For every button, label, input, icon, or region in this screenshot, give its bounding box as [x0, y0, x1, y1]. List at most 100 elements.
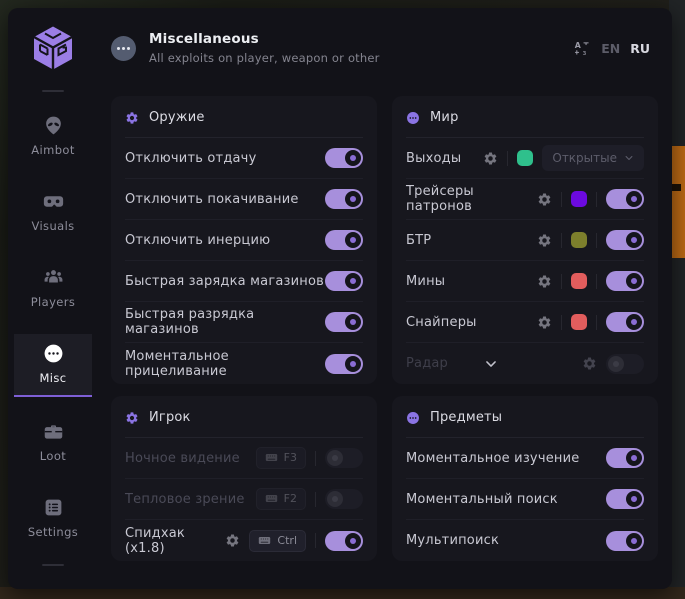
- toggle-speedhack[interactable]: [325, 531, 363, 551]
- section-player: Игрок Ночное видение F3: [111, 396, 377, 561]
- sidebar-item-label: Aimbot: [31, 143, 75, 157]
- keyboard-icon: [258, 534, 271, 547]
- gear-icon[interactable]: [537, 274, 552, 289]
- setting-label: Мины: [406, 274, 537, 289]
- section-title: Предметы: [430, 410, 502, 425]
- setting-label: БТР: [406, 233, 537, 248]
- toggle-radar[interactable]: [606, 354, 644, 374]
- setting-label: Отключить покачивание: [125, 192, 325, 207]
- cheat-menu-window: Miscellaneous All exploits on player, we…: [8, 8, 672, 589]
- hotkey-badge[interactable]: F2: [256, 488, 306, 510]
- setting-row: Отключить покачивание: [125, 179, 363, 220]
- translate-icon: [574, 40, 591, 57]
- sidebar-item-loot[interactable]: Loot: [14, 412, 92, 473]
- setting-label: Спидхак (x1.8): [125, 526, 225, 556]
- setting-label: Отключить отдачу: [125, 151, 325, 166]
- gear-icon[interactable]: [537, 192, 552, 207]
- gear-icon[interactable]: [537, 233, 552, 248]
- gear-icon[interactable]: [537, 315, 552, 330]
- toggle-no-recoil[interactable]: [325, 148, 363, 168]
- divider: [596, 274, 597, 289]
- setting-row: БТР: [406, 220, 644, 261]
- gear-icon[interactable]: [582, 356, 597, 371]
- page-badge-ellipsis-icon: [111, 36, 136, 61]
- section-items: Предметы Моментальное изучение Моменталь…: [392, 396, 658, 561]
- exits-dropdown[interactable]: Открытые: [542, 145, 644, 171]
- sidebar-divider: [42, 564, 64, 566]
- setting-row: Быстрая разрядка магазинов: [125, 302, 363, 343]
- toggle-night-vision[interactable]: [325, 448, 363, 468]
- color-swatch[interactable]: [571, 232, 587, 248]
- setting-row: Выходы Открытые: [406, 138, 644, 179]
- color-swatch[interactable]: [571, 273, 587, 289]
- page-title: Miscellaneous: [149, 31, 380, 47]
- setting-label: Быстрая зарядка магазинов: [125, 274, 325, 289]
- toggle-no-inertia[interactable]: [325, 230, 363, 250]
- list-icon: [43, 497, 64, 518]
- window-header: Miscellaneous All exploits on player, we…: [8, 8, 672, 88]
- divider: [561, 233, 562, 248]
- setting-label: Быстрая разрядка магазинов: [125, 307, 325, 337]
- screen: Miscellaneous All exploits on player, we…: [0, 0, 685, 599]
- items-icon: [406, 411, 420, 425]
- section-world: Мир Выходы Открытые: [392, 96, 658, 384]
- setting-row: Тепловое зрение F2: [125, 479, 363, 520]
- setting-label: Моментальное изучение: [406, 451, 606, 466]
- setting-row: Моментальное прицеливание: [125, 343, 363, 384]
- sidebar-item-players[interactable]: Players: [14, 258, 92, 319]
- sidebar-item-label: Loot: [40, 449, 66, 463]
- color-swatch[interactable]: [517, 150, 533, 166]
- players-icon: [43, 267, 64, 288]
- section-title: Оружие: [149, 110, 205, 125]
- divider: [315, 533, 316, 548]
- dropdown-value: Открытые: [552, 151, 617, 165]
- toggle-mines[interactable]: [606, 271, 644, 291]
- toggle-thermal-vision[interactable]: [325, 489, 363, 509]
- toggle-fast-reload[interactable]: [325, 271, 363, 291]
- chevron-down-icon[interactable]: [484, 357, 498, 371]
- world-icon: [406, 111, 420, 125]
- section-title: Игрок: [149, 410, 191, 425]
- sidebar-item-settings[interactable]: Settings: [14, 488, 92, 549]
- main-content: Оружие Отключить отдачу Отключить покачи…: [98, 88, 672, 589]
- setting-label: Отключить инерцию: [125, 233, 325, 248]
- sidebar-item-aimbot[interactable]: Aimbot: [14, 106, 92, 167]
- game-background-object: [672, 146, 685, 258]
- setting-row: Отключить инерцию: [125, 220, 363, 261]
- toggle-bullet-tracers[interactable]: [606, 189, 644, 209]
- sidebar-item-visuals[interactable]: Visuals: [14, 182, 92, 243]
- sidebar-nav: Aimbot Visuals Players Misc Loot: [8, 88, 98, 589]
- section-header: Предметы: [406, 396, 644, 438]
- setting-label: Тепловое зрение: [125, 492, 256, 507]
- lang-ru-button[interactable]: RU: [630, 41, 650, 56]
- toggle-multi-loot[interactable]: [606, 531, 644, 551]
- lang-en-button[interactable]: EN: [601, 41, 620, 56]
- toggle-instant-loot[interactable]: [606, 489, 644, 509]
- setting-label: Моментальное прицеливание: [125, 349, 325, 379]
- setting-row: Трейсеры патронов: [406, 179, 644, 220]
- gear-icon[interactable]: [225, 533, 240, 548]
- section-title: Мир: [430, 110, 459, 125]
- toggle-instant-research[interactable]: [606, 448, 644, 468]
- hotkey-badge[interactable]: Ctrl: [249, 530, 306, 552]
- toggle-btr[interactable]: [606, 230, 644, 250]
- divider: [561, 192, 562, 207]
- gear-icon: [125, 111, 139, 125]
- divider: [507, 151, 508, 166]
- sidebar-item-label: Misc: [39, 371, 66, 385]
- sidebar-item-label: Players: [31, 295, 76, 309]
- color-swatch[interactable]: [571, 314, 587, 330]
- gear-icon[interactable]: [483, 151, 498, 166]
- hotkey-badge[interactable]: F3: [256, 447, 306, 469]
- alien-icon: [43, 115, 64, 136]
- page-subtitle: All exploits on player, weapon or other: [149, 51, 380, 65]
- divider: [596, 192, 597, 207]
- toggle-no-sway[interactable]: [325, 189, 363, 209]
- setting-label: Радар: [406, 356, 448, 371]
- sidebar-item-misc[interactable]: Misc: [14, 334, 92, 397]
- color-swatch[interactable]: [571, 191, 587, 207]
- toggle-fast-unload[interactable]: [325, 312, 363, 332]
- toggle-snipers[interactable]: [606, 312, 644, 332]
- section-weapon: Оружие Отключить отдачу Отключить покачи…: [111, 96, 377, 384]
- toggle-instant-ads[interactable]: [325, 354, 363, 374]
